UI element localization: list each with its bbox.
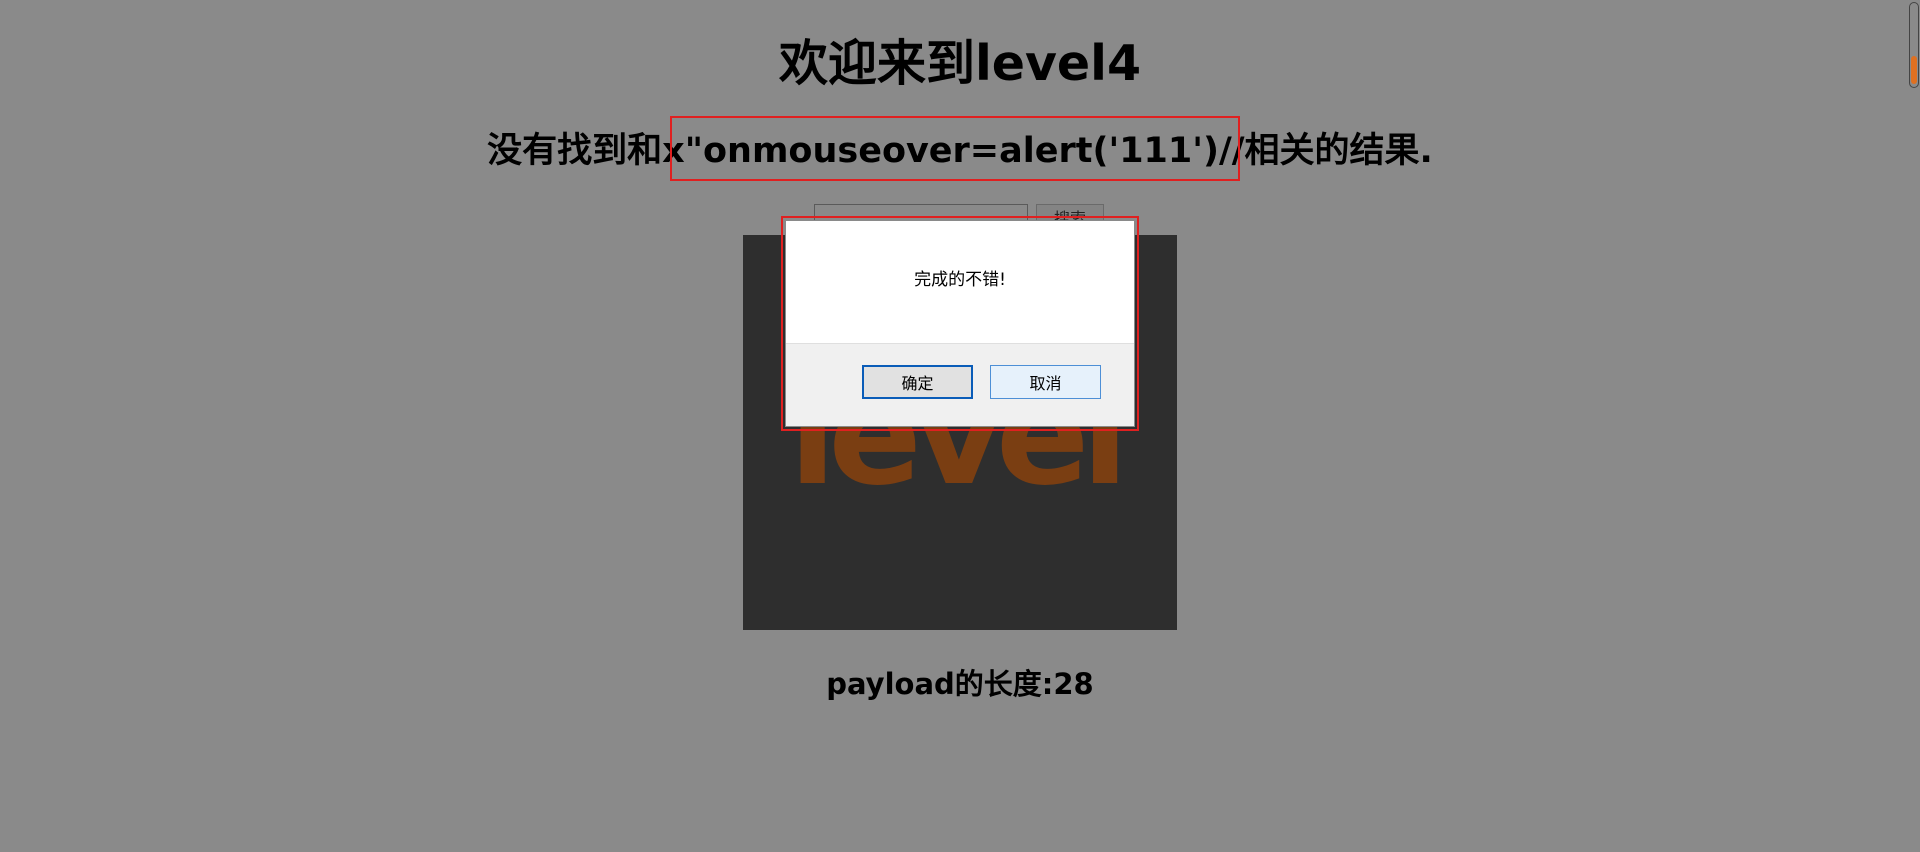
ok-button[interactable]: 确定 <box>862 365 973 399</box>
cancel-button[interactable]: 取消 <box>990 365 1101 399</box>
alert-message: 完成的不错! <box>914 270 1006 290</box>
scrollbar-thumb[interactable] <box>1911 56 1917 84</box>
page-title: 欢迎来到level4 <box>778 35 1142 92</box>
alert-dialog: 完成的不错! 确定 取消 <box>785 220 1135 427</box>
payload-highlight-box <box>670 116 1240 181</box>
alert-button-bar: 确定 取消 <box>786 343 1134 426</box>
scrollbar[interactable] <box>1909 2 1919 88</box>
payload-length-text: payload的长度:28 <box>826 667 1094 701</box>
